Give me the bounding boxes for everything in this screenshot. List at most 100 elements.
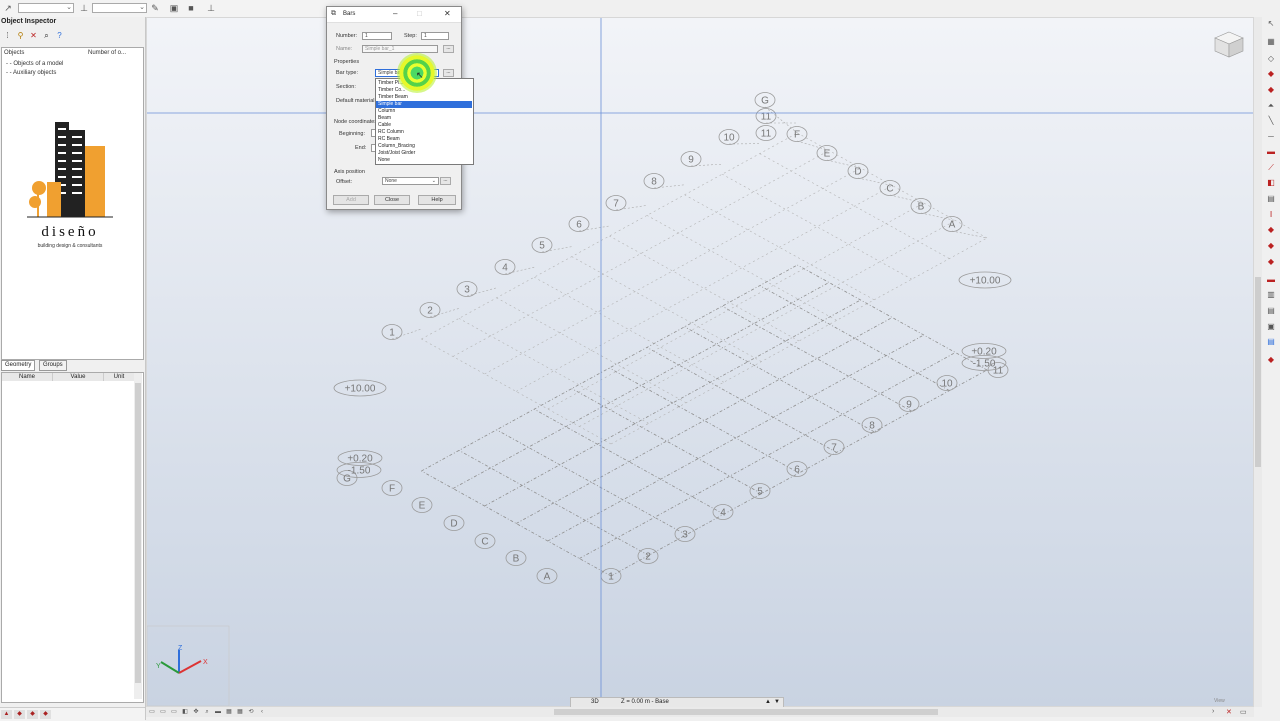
tab-groups[interactable]: Groups xyxy=(39,360,67,371)
grid-icon[interactable]: ▦ xyxy=(1265,37,1277,47)
load-icon[interactable]: ◆ xyxy=(1265,241,1277,251)
close-button[interactable]: Close xyxy=(374,195,410,205)
tree-item[interactable]: - - Objects of a model xyxy=(6,61,63,67)
number-axis-label-front: 3 xyxy=(682,530,688,541)
zoom-icon[interactable]: ⌕ xyxy=(202,708,212,716)
dropdown-option[interactable]: Joist/Joist Girder xyxy=(376,150,472,157)
report-icon[interactable]: ▤ xyxy=(1265,306,1277,316)
selection-combo[interactable]: ⌄ xyxy=(18,3,74,13)
section-view-icon[interactable]: ▬ xyxy=(213,708,223,716)
layout-icon[interactable]: ▭ xyxy=(1240,708,1247,716)
letter-axis-label: E xyxy=(824,149,831,160)
horizontal-scrollbar[interactable] xyxy=(146,707,1254,717)
viewport-scrollbar[interactable] xyxy=(1254,17,1262,707)
number-axis-label-front: 7 xyxy=(831,443,837,454)
line-icon[interactable]: ─ xyxy=(1265,132,1277,142)
help-button[interactable]: Help xyxy=(418,195,456,205)
tree-item[interactable]: - - Auxiliary objects xyxy=(6,70,56,76)
view-side-icon[interactable]: ▭ xyxy=(169,708,179,716)
letter-axis-label-front: F xyxy=(389,484,395,495)
table-icon[interactable]: ▥ xyxy=(1265,290,1277,300)
view-top-icon[interactable]: ▭ xyxy=(158,708,168,716)
dropdown-option[interactable]: Timber Beam xyxy=(376,94,472,101)
tool-icon[interactable]: ✕ xyxy=(1226,708,1232,716)
properties-scrollbar[interactable] xyxy=(134,373,142,699)
scroll-thumb[interactable] xyxy=(1255,277,1261,467)
anchor-icon[interactable]: ⊥ xyxy=(206,3,216,13)
default-material-label: Default material xyxy=(336,98,375,104)
bar-type-browse-button[interactable]: ... xyxy=(443,69,454,77)
offset-browse-button[interactable]: ... xyxy=(440,177,451,185)
level-down-icon[interactable]: ▼ xyxy=(774,698,780,707)
snap-icon[interactable]: ▦ xyxy=(235,708,245,716)
scroll-right-icon[interactable]: › xyxy=(1212,708,1214,715)
search-icon[interactable]: ⌕ xyxy=(41,31,52,41)
dropdown-option[interactable]: RC Beam xyxy=(376,136,472,143)
level-base-right: -1.50 xyxy=(973,359,996,370)
upper-grid-line xyxy=(459,318,649,423)
dropdown-option[interactable]: None xyxy=(376,157,472,164)
bar-type-label: Bar type: xyxy=(336,70,358,76)
mass-icon[interactable]: ◆ xyxy=(1265,257,1277,267)
select-tool-icon[interactable]: ↗ xyxy=(3,3,13,13)
dropdown-option[interactable]: Cable xyxy=(376,122,472,129)
pipe-icon[interactable]: ▬ xyxy=(1265,147,1277,157)
dropdown-option[interactable]: Simple bar xyxy=(376,101,472,108)
plate-icon[interactable]: ◧ xyxy=(1265,178,1277,188)
tab-geometry[interactable]: Geometry xyxy=(1,360,35,371)
letter-axis-label: G xyxy=(761,96,769,107)
support-icon[interactable]: ⏶ xyxy=(1265,101,1277,111)
dropdown-option[interactable]: Column_Bracing xyxy=(376,143,472,150)
number-field[interactable]: 1 xyxy=(362,32,392,40)
offset-select[interactable]: None⌄ xyxy=(382,177,439,185)
filter-combo[interactable]: ⌄ xyxy=(92,3,147,13)
view-front-icon[interactable]: ▭ xyxy=(147,708,157,716)
grid-toggle-icon[interactable]: ▦ xyxy=(224,708,234,716)
dropdown-option[interactable]: Beam xyxy=(376,115,472,122)
grid-axis-letter-line xyxy=(579,353,955,559)
results-icon[interactable]: ▤ xyxy=(1265,337,1277,347)
panel-tabs: Geometry Groups xyxy=(1,360,142,369)
analysis-icon[interactable]: ◆ xyxy=(14,710,25,719)
design-icon[interactable]: ◆ xyxy=(1265,355,1277,365)
eraser-icon[interactable]: ◇ xyxy=(1265,54,1277,64)
scroll-thumb[interactable] xyxy=(554,709,938,715)
upper-grid-line xyxy=(516,186,892,392)
layer-icon[interactable]: ■ xyxy=(186,3,196,13)
column-icon[interactable]: Ⅰ xyxy=(1265,210,1277,220)
scroll-thumb[interactable] xyxy=(135,383,141,683)
close-icon[interactable]: ✕ xyxy=(444,9,451,18)
brace-icon[interactable]: ⟋ xyxy=(1265,163,1277,173)
3d-viewport[interactable]: 1234567891011ABCDEFG1234567891011ABCDEFG… xyxy=(146,17,1254,707)
scroll-left-icon[interactable]: ‹ xyxy=(257,708,267,716)
node-icon[interactable]: ◆ xyxy=(1265,69,1277,79)
design-mode-icon[interactable]: ◆ xyxy=(27,710,38,719)
dropdown-option[interactable]: Column xyxy=(376,108,472,115)
model-icon[interactable]: ▲ xyxy=(1,710,12,719)
case-icon[interactable]: ▬ xyxy=(1265,275,1277,285)
tree-icon[interactable]: ⁞ xyxy=(2,31,13,40)
pin-icon[interactable]: ⊥ xyxy=(79,3,89,13)
pan-icon[interactable]: ✥ xyxy=(191,708,201,716)
section-icon[interactable]: ▣ xyxy=(1265,322,1277,332)
help-icon[interactable]: ? xyxy=(54,31,65,40)
pen-tool-icon[interactable]: ✎ xyxy=(150,3,160,13)
triad-z-label: Z xyxy=(178,645,183,652)
level-up-icon[interactable]: ▲ xyxy=(765,698,771,707)
cursor-icon[interactable]: ↖ xyxy=(1265,19,1277,29)
beam-icon[interactable]: ╲ xyxy=(1265,116,1277,126)
bar-icon[interactable]: ◆ xyxy=(1265,85,1277,95)
delete-icon[interactable]: ✕ xyxy=(28,31,39,40)
rotate-icon[interactable]: ⟲ xyxy=(246,708,256,716)
number-axis-label: 6 xyxy=(576,220,582,231)
panel-icon[interactable]: ▤ xyxy=(1265,194,1277,204)
window-icon[interactable]: ▣ xyxy=(169,3,179,13)
filter-icon[interactable]: ⚲ xyxy=(15,31,26,40)
docs-icon[interactable]: ◆ xyxy=(40,710,51,719)
view-iso-icon[interactable]: ◧ xyxy=(180,708,190,716)
view-cube-icon[interactable] xyxy=(1213,30,1245,58)
dropdown-option[interactable]: RC Column xyxy=(376,129,472,136)
step-field[interactable]: 1 xyxy=(421,32,449,40)
release-icon[interactable]: ◆ xyxy=(1265,225,1277,235)
minimize-icon[interactable]: – xyxy=(393,9,397,18)
